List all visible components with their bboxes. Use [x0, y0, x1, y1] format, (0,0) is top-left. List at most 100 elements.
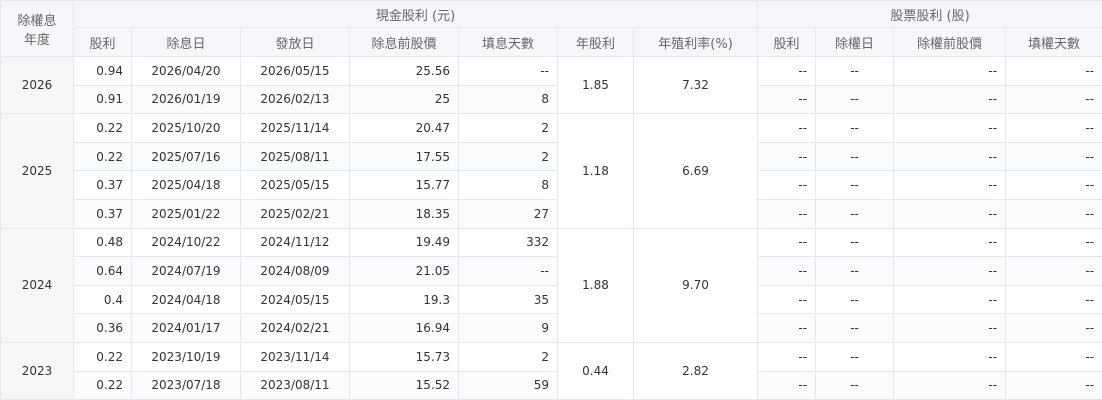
fill-right-days-cell: -- [1005, 341, 1102, 372]
stock-dividend-group-header: 股票股利 (股) [757, 0, 1102, 28]
ex-right-date-cell: -- [815, 84, 895, 115]
payment-date-cell: 2025/08/11 [240, 141, 350, 172]
payment-date-cell: 2025/05/15 [240, 170, 350, 200]
annual-dividend-cell: 1.88 [557, 227, 634, 343]
annual-dividend-cell: 1.85 [557, 55, 634, 115]
ex-dividend-date-cell: 2024/04/18 [131, 284, 241, 315]
pre-ex-right-price-cell: -- [893, 256, 1007, 286]
fill-right-days-cell: -- [1005, 370, 1102, 400]
cash-dividend-cell: 0.22 [73, 113, 132, 143]
payment-date-cell: 2023/08/11 [240, 370, 350, 400]
table-row: 2025 0.22 2025/10/20 2025/11/14 20.47 2 1.18 6.… [0, 113, 1102, 229]
fill-right-days-cell: -- [1005, 313, 1102, 343]
col-pre-ex-price: 除息前股價 [349, 27, 459, 57]
col-annual-yield: 年殖利率(%) [632, 27, 759, 57]
payment-date-cell: 2024/08/09 [240, 256, 350, 286]
fill-right-days-cell: -- [1005, 284, 1102, 315]
col-cash-dividend: 股利 [73, 27, 132, 57]
cash-dividend-cell: 0.48 [73, 227, 132, 258]
fill-days-cell: 35 [458, 284, 558, 315]
pre-ex-price-cell: 18.35 [349, 198, 459, 229]
col-fill-right-days: 填權天數 [1005, 27, 1102, 57]
table-row: 2026 0.94 2026/04/20 2026/05/15 25.56 -- 1.85 7… [0, 55, 1102, 115]
fill-right-days-cell: -- [1005, 256, 1102, 286]
ex-dividend-date-cell: 2025/04/18 [131, 170, 241, 200]
ex-right-date-cell: -- [815, 113, 895, 143]
payment-date-cell: 2026/02/13 [240, 84, 350, 115]
fill-days-cell: -- [458, 56, 558, 86]
payment-date-cell: 2026/05/15 [240, 56, 350, 86]
pre-ex-right-price-cell: -- [893, 198, 1007, 229]
stock-dividend-cell: -- [757, 284, 817, 315]
pre-ex-right-price-cell: -- [893, 227, 1007, 258]
ex-dividend-date-cell: 2026/01/19 [131, 84, 241, 115]
table-row: 0.22 2023/07/18 2023/08/11 15.52 59 -- -- -- -- [1, 370, 1102, 400]
table-row: 0.4 2024/04/18 2024/05/15 19.3 35 -- -- -- -- [1, 284, 1102, 315]
pre-ex-right-price-cell: -- [893, 56, 1007, 86]
fill-days-cell: 9 [458, 313, 558, 343]
cash-dividend-cell: 0.64 [73, 256, 132, 286]
table-row: 0.36 2024/01/17 2024/02/21 16.94 9 -- -- -- -- [1, 313, 1102, 343]
ex-right-date-cell: -- [815, 170, 895, 200]
year-cell: 2026 [0, 55, 74, 115]
stock-dividend-cell: -- [757, 313, 817, 343]
fill-right-days-cell: -- [1005, 227, 1102, 258]
stock-dividend-cell: -- [757, 198, 817, 229]
pre-ex-price-cell: 15.52 [349, 370, 459, 400]
year-cell: 2025 [0, 113, 74, 229]
pre-ex-right-price-cell: -- [893, 84, 1007, 115]
pre-ex-price-cell: 25 [349, 84, 459, 115]
year-cell: 2024 [0, 227, 74, 343]
stock-dividend-cell: -- [757, 341, 817, 372]
ex-dividend-date-cell: 2024/07/19 [131, 256, 241, 286]
pre-ex-price-cell: 25.56 [349, 56, 459, 86]
fill-right-days-cell: -- [1005, 56, 1102, 86]
cash-dividend-cell: 0.37 [73, 198, 132, 229]
pre-ex-right-price-cell: -- [893, 170, 1007, 200]
pre-ex-right-price-cell: -- [893, 113, 1007, 143]
stock-dividend-cell: -- [757, 141, 817, 172]
table-body: 2026 0.94 2026/04/20 2026/05/15 25.56 -- 1.85 7… [0, 55, 1102, 400]
col-stock-dividend: 股利 [757, 27, 817, 57]
cash-dividend-cell: 0.22 [73, 141, 132, 172]
ex-dividend-date-cell: 2025/01/22 [131, 198, 241, 229]
pre-ex-price-cell: 15.73 [349, 341, 459, 372]
annual-yield-cell: 2.82 [632, 341, 759, 400]
table-row: 0.37 2025/01/22 2025/02/21 18.35 27 -- -- -- -- [1, 198, 1102, 229]
pre-ex-right-price-cell: -- [893, 313, 1007, 343]
fill-right-days-cell: -- [1005, 198, 1102, 229]
ex-dividend-date-cell: 2024/10/22 [131, 227, 241, 258]
ex-right-date-cell: -- [815, 141, 895, 172]
pre-ex-price-cell: 15.77 [349, 170, 459, 200]
stock-dividend-cell: -- [757, 56, 817, 86]
annual-yield-cell: 6.69 [632, 113, 759, 229]
payment-date-cell: 2023/11/14 [240, 341, 350, 372]
ex-dividend-date-cell: 2026/04/20 [131, 56, 241, 86]
ex-dividend-date-cell: 2023/07/18 [131, 370, 241, 400]
fill-days-cell: 8 [458, 170, 558, 200]
cash-dividend-cell: 0.94 [73, 56, 132, 86]
ex-right-date-cell: -- [815, 198, 895, 229]
fill-days-cell: 332 [458, 227, 558, 258]
cash-dividend-cell: 0.36 [73, 313, 132, 343]
ex-right-date-cell: -- [815, 256, 895, 286]
fill-days-cell: 2 [458, 341, 558, 372]
cash-dividend-cell: 0.4 [73, 284, 132, 315]
annual-dividend-cell: 1.18 [557, 113, 634, 229]
pre-ex-right-price-cell: -- [893, 370, 1007, 400]
pre-ex-price-cell: 19.3 [349, 284, 459, 315]
ex-right-date-cell: -- [815, 313, 895, 343]
ex-right-date-cell: -- [815, 341, 895, 372]
ex-dividend-date-cell: 2023/10/19 [131, 341, 241, 372]
stock-dividend-cell: -- [757, 370, 817, 400]
table-row: 0.64 2024/07/19 2024/08/09 21.05 -- -- -- -- -- [1, 256, 1102, 286]
table-header: 除權息 年度 現金股利 (元) 股票股利 (股) 股利 除息日 發放日 除息前股… [0, 0, 1102, 57]
ex-dividend-date-cell: 2024/01/17 [131, 313, 241, 343]
fill-days-cell: 2 [458, 113, 558, 143]
table-row: 0.91 2026/01/19 2026/02/13 25 8 -- -- -- -- [1, 84, 1102, 115]
payment-date-cell: 2024/05/15 [240, 284, 350, 315]
annual-yield-cell: 9.70 [632, 227, 759, 343]
fill-days-cell: 59 [458, 370, 558, 400]
fill-right-days-cell: -- [1005, 141, 1102, 172]
stock-dividend-cell: -- [757, 113, 817, 143]
